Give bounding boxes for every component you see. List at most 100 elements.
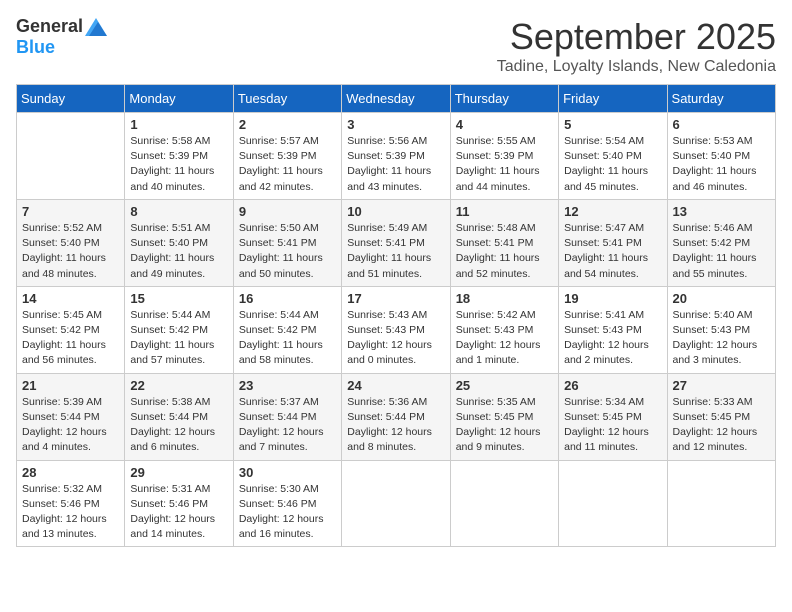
cell-info: Sunrise: 5:41 AMSunset: 5:43 PMDaylight:… xyxy=(564,308,661,369)
cell-day-number: 27 xyxy=(673,378,770,393)
cell-day-number: 1 xyxy=(130,117,227,132)
calendar-cell xyxy=(667,460,775,547)
cell-info: Sunrise: 5:44 AMSunset: 5:42 PMDaylight:… xyxy=(239,308,336,369)
calendar-cell: 8 Sunrise: 5:51 AMSunset: 5:40 PMDaylight… xyxy=(125,199,233,286)
calendar-cell: 4 Sunrise: 5:55 AMSunset: 5:39 PMDaylight… xyxy=(450,113,558,200)
page-header: General Blue September 2025 Tadine, Loya… xyxy=(16,16,776,76)
title-block: September 2025 Tadine, Loyalty Islands, … xyxy=(497,16,776,76)
cell-day-number: 10 xyxy=(347,204,444,219)
calendar-cell: 5 Sunrise: 5:54 AMSunset: 5:40 PMDaylight… xyxy=(559,113,667,200)
cell-day-number: 8 xyxy=(130,204,227,219)
weekday-header: Wednesday xyxy=(342,85,450,113)
cell-info: Sunrise: 5:43 AMSunset: 5:43 PMDaylight:… xyxy=(347,308,444,369)
cell-day-number: 4 xyxy=(456,117,553,132)
calendar-cell: 1Sunrise: 5:58 AMSunset: 5:39 PMDaylight… xyxy=(125,113,233,200)
cell-info: Sunrise: 5:30 AMSunset: 5:46 PMDaylight:… xyxy=(239,482,336,543)
cell-day-number: 17 xyxy=(347,291,444,306)
calendar-cell: 11 Sunrise: 5:48 AMSunset: 5:41 PMDayligh… xyxy=(450,199,558,286)
cell-info: Sunrise: 5:50 AMSunset: 5:41 PMDaylight:… xyxy=(239,221,336,282)
cell-info: Sunrise: 5:31 AMSunset: 5:46 PMDaylight:… xyxy=(130,482,227,543)
cell-info: Sunrise: 5:40 AMSunset: 5:43 PMDaylight:… xyxy=(673,308,770,369)
cell-day-number: 13 xyxy=(673,204,770,219)
cell-day-number: 7 xyxy=(22,204,119,219)
calendar-cell: 22 Sunrise: 5:38 AMSunset: 5:44 PMDayligh… xyxy=(125,373,233,460)
cell-info: Sunrise: 5:33 AMSunset: 5:45 PMDaylight:… xyxy=(673,395,770,456)
calendar-week-row: 14Sunrise: 5:45 AMSunset: 5:42 PMDayligh… xyxy=(17,286,776,373)
calendar-week-row: 28 Sunrise: 5:32 AMSunset: 5:46 PMDayligh… xyxy=(17,460,776,547)
calendar-cell: 12Sunrise: 5:47 AMSunset: 5:41 PMDayligh… xyxy=(559,199,667,286)
weekday-header: Saturday xyxy=(667,85,775,113)
calendar-cell: 6Sunrise: 5:53 AMSunset: 5:40 PMDaylight… xyxy=(667,113,775,200)
cell-info: Sunrise: 5:56 AMSunset: 5:39 PMDaylight:… xyxy=(347,134,444,195)
cell-day-number: 16 xyxy=(239,291,336,306)
cell-day-number: 30 xyxy=(239,465,336,480)
calendar-cell: 9 Sunrise: 5:50 AMSunset: 5:41 PMDaylight… xyxy=(233,199,341,286)
cell-info: Sunrise: 5:49 AMSunset: 5:41 PMDaylight:… xyxy=(347,221,444,282)
cell-day-number: 3 xyxy=(347,117,444,132)
calendar-cell: 29Sunrise: 5:31 AMSunset: 5:46 PMDayligh… xyxy=(125,460,233,547)
location-subtitle: Tadine, Loyalty Islands, New Caledonia xyxy=(497,58,776,76)
cell-day-number: 28 xyxy=(22,465,119,480)
cell-day-number: 5 xyxy=(564,117,661,132)
cell-day-number: 24 xyxy=(347,378,444,393)
weekday-header: Monday xyxy=(125,85,233,113)
cell-day-number: 25 xyxy=(456,378,553,393)
calendar-cell: 30 Sunrise: 5:30 AMSunset: 5:46 PMDayligh… xyxy=(233,460,341,547)
cell-info: Sunrise: 5:34 AMSunset: 5:45 PMDaylight:… xyxy=(564,395,661,456)
cell-day-number: 23 xyxy=(239,378,336,393)
cell-info: Sunrise: 5:48 AMSunset: 5:41 PMDaylight:… xyxy=(456,221,553,282)
calendar-cell: 2 Sunrise: 5:57 AMSunset: 5:39 PMDaylight… xyxy=(233,113,341,200)
weekday-header: Thursday xyxy=(450,85,558,113)
calendar-cell xyxy=(17,113,125,200)
calendar-cell: 3 Sunrise: 5:56 AMSunset: 5:39 PMDaylight… xyxy=(342,113,450,200)
cell-info: Sunrise: 5:54 AMSunset: 5:40 PMDaylight:… xyxy=(564,134,661,195)
calendar-cell: 15Sunrise: 5:44 AMSunset: 5:42 PMDayligh… xyxy=(125,286,233,373)
cell-info: Sunrise: 5:32 AMSunset: 5:46 PMDaylight:… xyxy=(22,482,119,543)
cell-info: Sunrise: 5:36 AMSunset: 5:44 PMDaylight:… xyxy=(347,395,444,456)
month-title: September 2025 xyxy=(497,16,776,58)
cell-day-number: 2 xyxy=(239,117,336,132)
cell-info: Sunrise: 5:37 AMSunset: 5:44 PMDaylight:… xyxy=(239,395,336,456)
calendar-cell: 16 Sunrise: 5:44 AMSunset: 5:42 PMDayligh… xyxy=(233,286,341,373)
cell-day-number: 9 xyxy=(239,204,336,219)
calendar-cell: 19 Sunrise: 5:41 AMSunset: 5:43 PMDayligh… xyxy=(559,286,667,373)
cell-day-number: 22 xyxy=(130,378,227,393)
calendar-cell: 23 Sunrise: 5:37 AMSunset: 5:44 PMDayligh… xyxy=(233,373,341,460)
cell-info: Sunrise: 5:42 AMSunset: 5:43 PMDaylight:… xyxy=(456,308,553,369)
cell-day-number: 18 xyxy=(456,291,553,306)
cell-day-number: 11 xyxy=(456,204,553,219)
calendar-cell: 24 Sunrise: 5:36 AMSunset: 5:44 PMDayligh… xyxy=(342,373,450,460)
logo: General Blue xyxy=(16,16,107,58)
calendar-table: SundayMondayTuesdayWednesdayThursdayFrid… xyxy=(16,84,776,547)
weekday-header: Sunday xyxy=(17,85,125,113)
logo-general: General xyxy=(16,16,83,37)
cell-info: Sunrise: 5:57 AMSunset: 5:39 PMDaylight:… xyxy=(239,134,336,195)
cell-info: Sunrise: 5:35 AMSunset: 5:45 PMDaylight:… xyxy=(456,395,553,456)
calendar-week-row: 21 Sunrise: 5:39 AMSunset: 5:44 PMDayligh… xyxy=(17,373,776,460)
calendar-cell: 10 Sunrise: 5:49 AMSunset: 5:41 PMDayligh… xyxy=(342,199,450,286)
cell-day-number: 15 xyxy=(130,291,227,306)
cell-info: Sunrise: 5:53 AMSunset: 5:40 PMDaylight:… xyxy=(673,134,770,195)
weekday-header: Tuesday xyxy=(233,85,341,113)
cell-day-number: 19 xyxy=(564,291,661,306)
cell-day-number: 21 xyxy=(22,378,119,393)
cell-day-number: 26 xyxy=(564,378,661,393)
calendar-week-row: 1Sunrise: 5:58 AMSunset: 5:39 PMDaylight… xyxy=(17,113,776,200)
calendar-cell: 25 Sunrise: 5:35 AMSunset: 5:45 PMDayligh… xyxy=(450,373,558,460)
cell-info: Sunrise: 5:38 AMSunset: 5:44 PMDaylight:… xyxy=(130,395,227,456)
cell-info: Sunrise: 5:55 AMSunset: 5:39 PMDaylight:… xyxy=(456,134,553,195)
calendar-cell: 27 Sunrise: 5:33 AMSunset: 5:45 PMDayligh… xyxy=(667,373,775,460)
logo-blue: Blue xyxy=(16,37,55,57)
calendar-cell xyxy=(342,460,450,547)
calendar-cell xyxy=(559,460,667,547)
cell-day-number: 12 xyxy=(564,204,661,219)
calendar-cell xyxy=(450,460,558,547)
calendar-cell: 18 Sunrise: 5:42 AMSunset: 5:43 PMDayligh… xyxy=(450,286,558,373)
cell-info: Sunrise: 5:39 AMSunset: 5:44 PMDaylight:… xyxy=(22,395,119,456)
calendar-cell: 21 Sunrise: 5:39 AMSunset: 5:44 PMDayligh… xyxy=(17,373,125,460)
calendar-week-row: 7 Sunrise: 5:52 AMSunset: 5:40 PMDaylight… xyxy=(17,199,776,286)
cell-info: Sunrise: 5:51 AMSunset: 5:40 PMDaylight:… xyxy=(130,221,227,282)
cell-info: Sunrise: 5:52 AMSunset: 5:40 PMDaylight:… xyxy=(22,221,119,282)
calendar-cell: 26 Sunrise: 5:34 AMSunset: 5:45 PMDayligh… xyxy=(559,373,667,460)
calendar-header-row: SundayMondayTuesdayWednesdayThursdayFrid… xyxy=(17,85,776,113)
